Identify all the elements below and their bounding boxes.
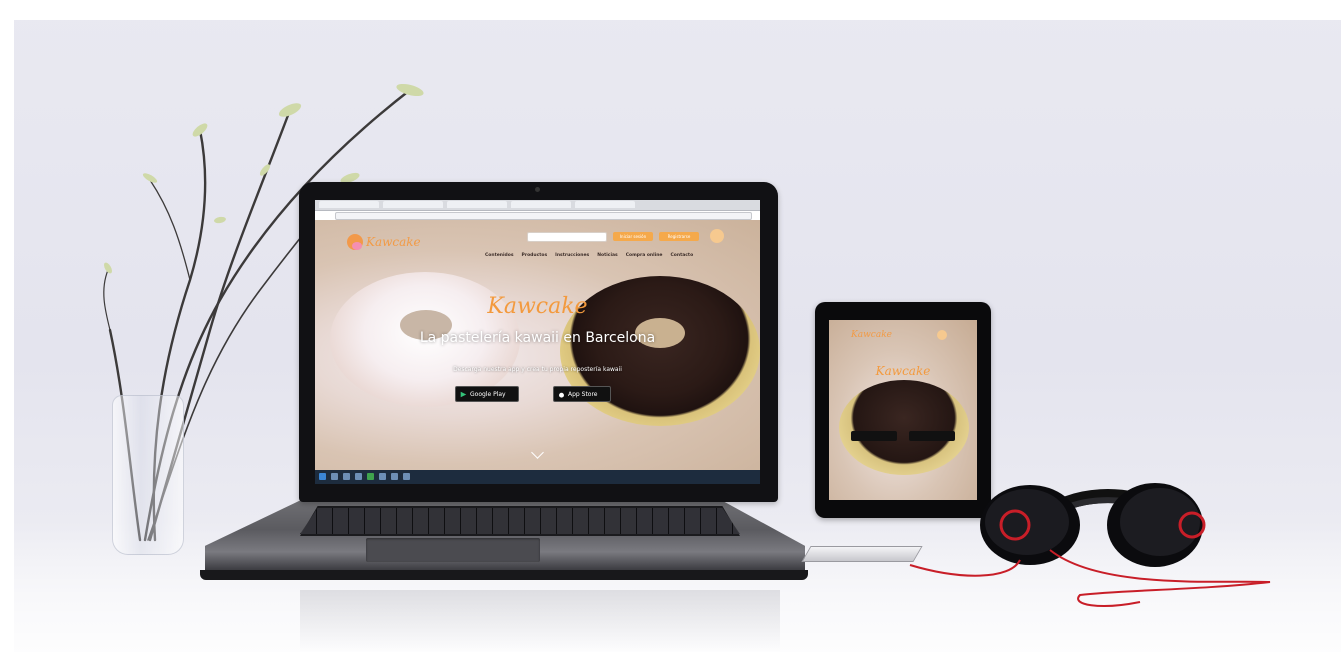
laptop-base-edge — [200, 570, 808, 580]
taskbar-app-icon — [355, 473, 362, 480]
taskbar-app-icon — [379, 473, 386, 480]
app-store-label: App Store — [568, 390, 598, 398]
scroll-down-icon — [531, 446, 544, 459]
google-play-badge — [851, 431, 897, 441]
logo-icon — [347, 234, 363, 250]
nav-item: Contenidos — [485, 253, 514, 258]
laptop-touchpad — [366, 538, 540, 562]
laptop-screen: Kawcake Iniciar sesión Registrarse Conte… — [315, 200, 760, 484]
taskbar-app-icon — [367, 473, 374, 480]
site-logo: Kawcake — [347, 234, 421, 250]
register-button: Registrarse — [659, 232, 699, 241]
hero-tagline: Descarga nuestra app y crea tu propia re… — [453, 366, 622, 373]
google-play-label: Google Play — [470, 390, 506, 398]
browser-tab — [383, 201, 443, 208]
webcam — [535, 187, 540, 192]
glass-vase — [112, 395, 184, 555]
browser-tab — [319, 201, 379, 208]
nav-item: Productos — [521, 253, 548, 258]
nav-item: Contacto — [670, 253, 694, 258]
taskbar-app-icon — [343, 473, 350, 480]
tablet-logo-text: Kawcake — [851, 330, 892, 340]
browser-tab — [447, 201, 507, 208]
app-store-badge — [909, 431, 955, 441]
laptop-reflection — [300, 590, 780, 652]
start-icon — [319, 473, 326, 480]
login-button: Iniciar sesión — [613, 232, 653, 241]
logo-text: Kawcake — [366, 235, 421, 249]
browser-tab — [575, 201, 635, 208]
site-nav: Contenidos Productos Instrucciones Notic… — [485, 253, 693, 258]
address-bar — [335, 212, 752, 220]
headphones-icon — [909, 483, 1271, 607]
cart-icon — [710, 229, 724, 243]
taskbar-app-icon — [403, 473, 410, 480]
app-store-badge: App Store — [553, 386, 611, 402]
laptop-keys — [300, 508, 740, 534]
hero-title: Kawcake — [487, 294, 588, 319]
apple-icon — [559, 392, 564, 398]
laptop: Kawcake Iniciar sesión Registrarse Conte… — [299, 182, 778, 502]
browser-tab — [511, 201, 571, 208]
cart-icon — [937, 330, 947, 340]
browser-tab-bar — [315, 200, 760, 211]
nav-item: Instrucciones — [555, 253, 590, 258]
website-hero: Kawcake Iniciar sesión Registrarse Conte… — [315, 220, 760, 470]
play-icon — [460, 391, 467, 397]
google-play-badge: Google Play — [455, 386, 519, 402]
taskbar-app-icon — [391, 473, 398, 480]
desk-scene: Kawcake Iniciar sesión Registrarse Conte… — [0, 0, 1341, 652]
os-taskbar — [315, 470, 760, 484]
search-input — [527, 232, 607, 242]
chocolate-donut-image — [839, 380, 969, 475]
nav-item: Noticias — [597, 253, 618, 258]
hero-subtitle: La pastelería kawaii en Barcelona — [419, 330, 656, 346]
taskbar-app-icon — [331, 473, 338, 480]
nav-item: Compra online — [625, 253, 663, 258]
tablet-hero-title: Kawcake — [875, 364, 931, 378]
